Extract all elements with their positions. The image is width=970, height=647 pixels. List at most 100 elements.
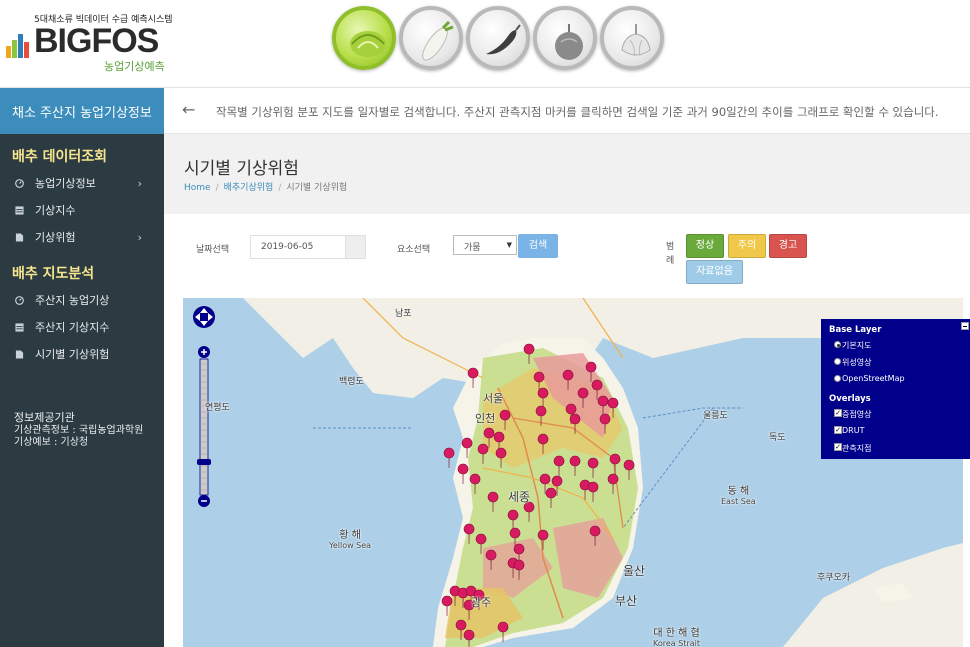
sidebar-section-data: 배추 데이터조회 bbox=[12, 149, 108, 165]
overlay-option[interactable]: ✓ DRUT bbox=[829, 426, 970, 443]
arrow-left-icon[interactable]: ← bbox=[182, 100, 195, 119]
sidebar-item-label: 주산지 기상지수 bbox=[35, 321, 110, 334]
legend-nodata-button[interactable]: 자료없음 bbox=[686, 260, 743, 284]
map-label-ulsan: 울산 bbox=[623, 564, 646, 578]
sea-label-ko: 황 해 bbox=[339, 530, 361, 541]
search-button[interactable]: 검색 bbox=[518, 234, 558, 258]
map-label-dokdo: 독도 bbox=[769, 433, 786, 443]
sea-label-en: East Sea bbox=[721, 497, 756, 506]
base-layer-option[interactable]: OpenStreetMap bbox=[829, 374, 970, 391]
file-icon bbox=[15, 233, 24, 242]
sidebar-item-weather-info[interactable]: 농업기상정보 › bbox=[0, 170, 164, 197]
logo-bars-icon bbox=[6, 32, 32, 58]
legend-warning-button[interactable]: 경고 bbox=[769, 234, 807, 258]
breadcrumb: Home / 배추기상위험 / 시기별 기상위험 bbox=[184, 183, 348, 193]
overlay-option[interactable]: ✓ 관측지점 bbox=[829, 443, 970, 460]
minimize-icon[interactable] bbox=[961, 322, 969, 330]
map-label-busan: 부산 bbox=[615, 594, 638, 608]
chevron-right-icon: › bbox=[137, 177, 142, 190]
breadcrumb-home-link[interactable]: Home bbox=[184, 183, 211, 193]
map-label-incheon: 인천 bbox=[475, 412, 496, 425]
info-text: 작목별 기상위험 분포 지도를 일자별로 검색합니다. 주산지 관측지점 마커를… bbox=[216, 105, 939, 119]
radio-icon[interactable] bbox=[834, 375, 841, 382]
sidebar-section-map: 배추 지도분석 bbox=[12, 266, 95, 282]
sea-label-yellow: 황 해 Yellow Sea bbox=[329, 526, 371, 550]
pepper-icon bbox=[486, 24, 521, 55]
radio-icon[interactable] bbox=[834, 341, 841, 348]
sidebar-item-period-risk[interactable]: 시기별 기상위험 bbox=[0, 341, 164, 368]
map-label-gwangju: 광주 bbox=[471, 596, 492, 609]
map-label-ulleung: 울릉도 bbox=[703, 411, 728, 421]
info-bar: ← 작목별 기상위험 분포 지도를 일자별로 검색합니다. 주산지 관측지점 마… bbox=[164, 88, 970, 134]
sidebar-item-main-weather[interactable]: 주산지 농업기상 bbox=[0, 287, 164, 314]
breadcrumb-link[interactable]: 배추기상위험 bbox=[224, 183, 274, 193]
overlay-label: DRUT bbox=[842, 426, 865, 435]
layer-switcher: Base Layer 기본지도 위성영상 OpenStreetMap Overl… bbox=[821, 319, 970, 459]
element-select-value: 가뭄 bbox=[464, 243, 481, 253]
chevron-right-icon: › bbox=[137, 231, 142, 244]
radish-crop-button[interactable] bbox=[399, 6, 463, 70]
sea-label-en: Korea Strait bbox=[653, 639, 700, 647]
logo-subtitle: 농업기상예측 bbox=[104, 60, 165, 73]
element-label: 요소선택 bbox=[397, 245, 431, 255]
title-area: 시기별 기상위험 Home / 배추기상위험 / 시기별 기상위험 bbox=[164, 134, 970, 214]
sidebar-item-label: 기상지수 bbox=[35, 204, 76, 217]
cabbage-crop-button[interactable] bbox=[332, 6, 396, 70]
dashboard-icon bbox=[15, 179, 24, 188]
legend-caution-button[interactable]: 주의 bbox=[728, 234, 766, 258]
checkbox-icon[interactable]: ✓ bbox=[834, 426, 842, 434]
filter-bar: 날짜선택 2019-06-05 요소선택 가뭄 ▼ 검색 범례 정상 주의 경고… bbox=[164, 214, 970, 298]
map-label-baengnyeong: 백령도 bbox=[339, 377, 364, 387]
map-label-nampo: 남포 bbox=[395, 309, 412, 319]
sidebar: 채소 주산지 농업기상정보 배추 데이터조회 농업기상정보 › 기상지수 기상위… bbox=[0, 88, 164, 647]
file-icon bbox=[15, 350, 24, 359]
overlay-option[interactable]: ✓ 증점영상 bbox=[829, 409, 970, 426]
date-input[interactable]: 2019-06-05 bbox=[250, 235, 366, 259]
checkbox-icon[interactable]: ✓ bbox=[834, 443, 842, 451]
sea-label-ko: 대 한 해 협 bbox=[653, 628, 700, 639]
base-layer-label: OpenStreetMap bbox=[842, 374, 905, 383]
pepper-crop-button[interactable] bbox=[466, 6, 530, 70]
base-layer-label: 위성영상 bbox=[842, 358, 872, 367]
map-label-fukuoka: 후쿠오카 bbox=[817, 573, 851, 583]
bigfos-logo[interactable]: 5대채소류 빅데이터 수급 예측시스템 BIGFOS 농업기상예측 bbox=[6, 10, 173, 73]
base-layer-option[interactable]: 기본지도 bbox=[829, 340, 970, 357]
garlic-crop-button[interactable] bbox=[600, 6, 664, 70]
base-layer-option[interactable]: 위성영상 bbox=[829, 357, 970, 374]
overlay-label: 관측지점 bbox=[842, 444, 872, 453]
table-icon bbox=[15, 323, 24, 332]
provider-info: 정보제공기관 기상관측정보 : 국립농업과학원 기상예보 : 기상청 bbox=[14, 412, 143, 449]
map-label-sejong: 세종 bbox=[508, 490, 531, 504]
sea-label-ko: 동 해 bbox=[727, 486, 750, 497]
breadcrumb-current: 시기별 기상위험 bbox=[286, 183, 348, 193]
top-header: 5대채소류 빅데이터 수급 예측시스템 BIGFOS 농업기상예측 bbox=[0, 0, 970, 88]
sea-label-en: Yellow Sea bbox=[329, 541, 372, 550]
sidebar-header[interactable]: 채소 주산지 농업기상정보 bbox=[0, 88, 164, 134]
overlay-label: 증점영상 bbox=[842, 410, 872, 419]
sidebar-item-weather-risk[interactable]: 기상위험 › bbox=[0, 224, 164, 251]
sidebar-item-label: 주산지 농업기상 bbox=[35, 294, 110, 307]
element-select[interactable]: 가뭄 ▼ bbox=[453, 235, 517, 255]
provider-line: 기상관측정보 : 국립농업과학원 bbox=[14, 425, 144, 436]
date-value: 2019-06-05 bbox=[261, 242, 314, 252]
sidebar-item-label: 농업기상정보 bbox=[35, 177, 96, 190]
map-label-seoul: 서울 bbox=[483, 392, 504, 405]
overlays-title: Overlays bbox=[829, 394, 871, 404]
garlic-icon bbox=[621, 24, 651, 57]
legend-label: 범례 bbox=[666, 242, 675, 266]
map-label-yeonpyeong: 연평도 bbox=[205, 403, 230, 413]
legend-normal-button[interactable]: 정상 bbox=[686, 234, 724, 258]
main-content: ← 작목별 기상위험 분포 지도를 일자별로 검색합니다. 주산지 관측지점 마… bbox=[164, 88, 970, 647]
sidebar-item-weather-index[interactable]: 기상지수 bbox=[0, 197, 164, 224]
calendar-addon[interactable] bbox=[345, 236, 365, 258]
onion-crop-button[interactable] bbox=[533, 6, 597, 70]
provider-title: 정보제공기관 bbox=[14, 411, 75, 424]
sidebar-item-label: 시기별 기상위험 bbox=[35, 348, 110, 361]
radio-icon[interactable] bbox=[834, 358, 841, 365]
dashboard-icon bbox=[15, 296, 24, 305]
date-label: 날짜선택 bbox=[196, 245, 230, 255]
caret-down-icon: ▼ bbox=[506, 241, 512, 249]
table-icon bbox=[15, 206, 24, 215]
sidebar-item-main-index[interactable]: 주산지 기상지수 bbox=[0, 314, 164, 341]
checkbox-icon[interactable]: ✓ bbox=[834, 409, 842, 417]
